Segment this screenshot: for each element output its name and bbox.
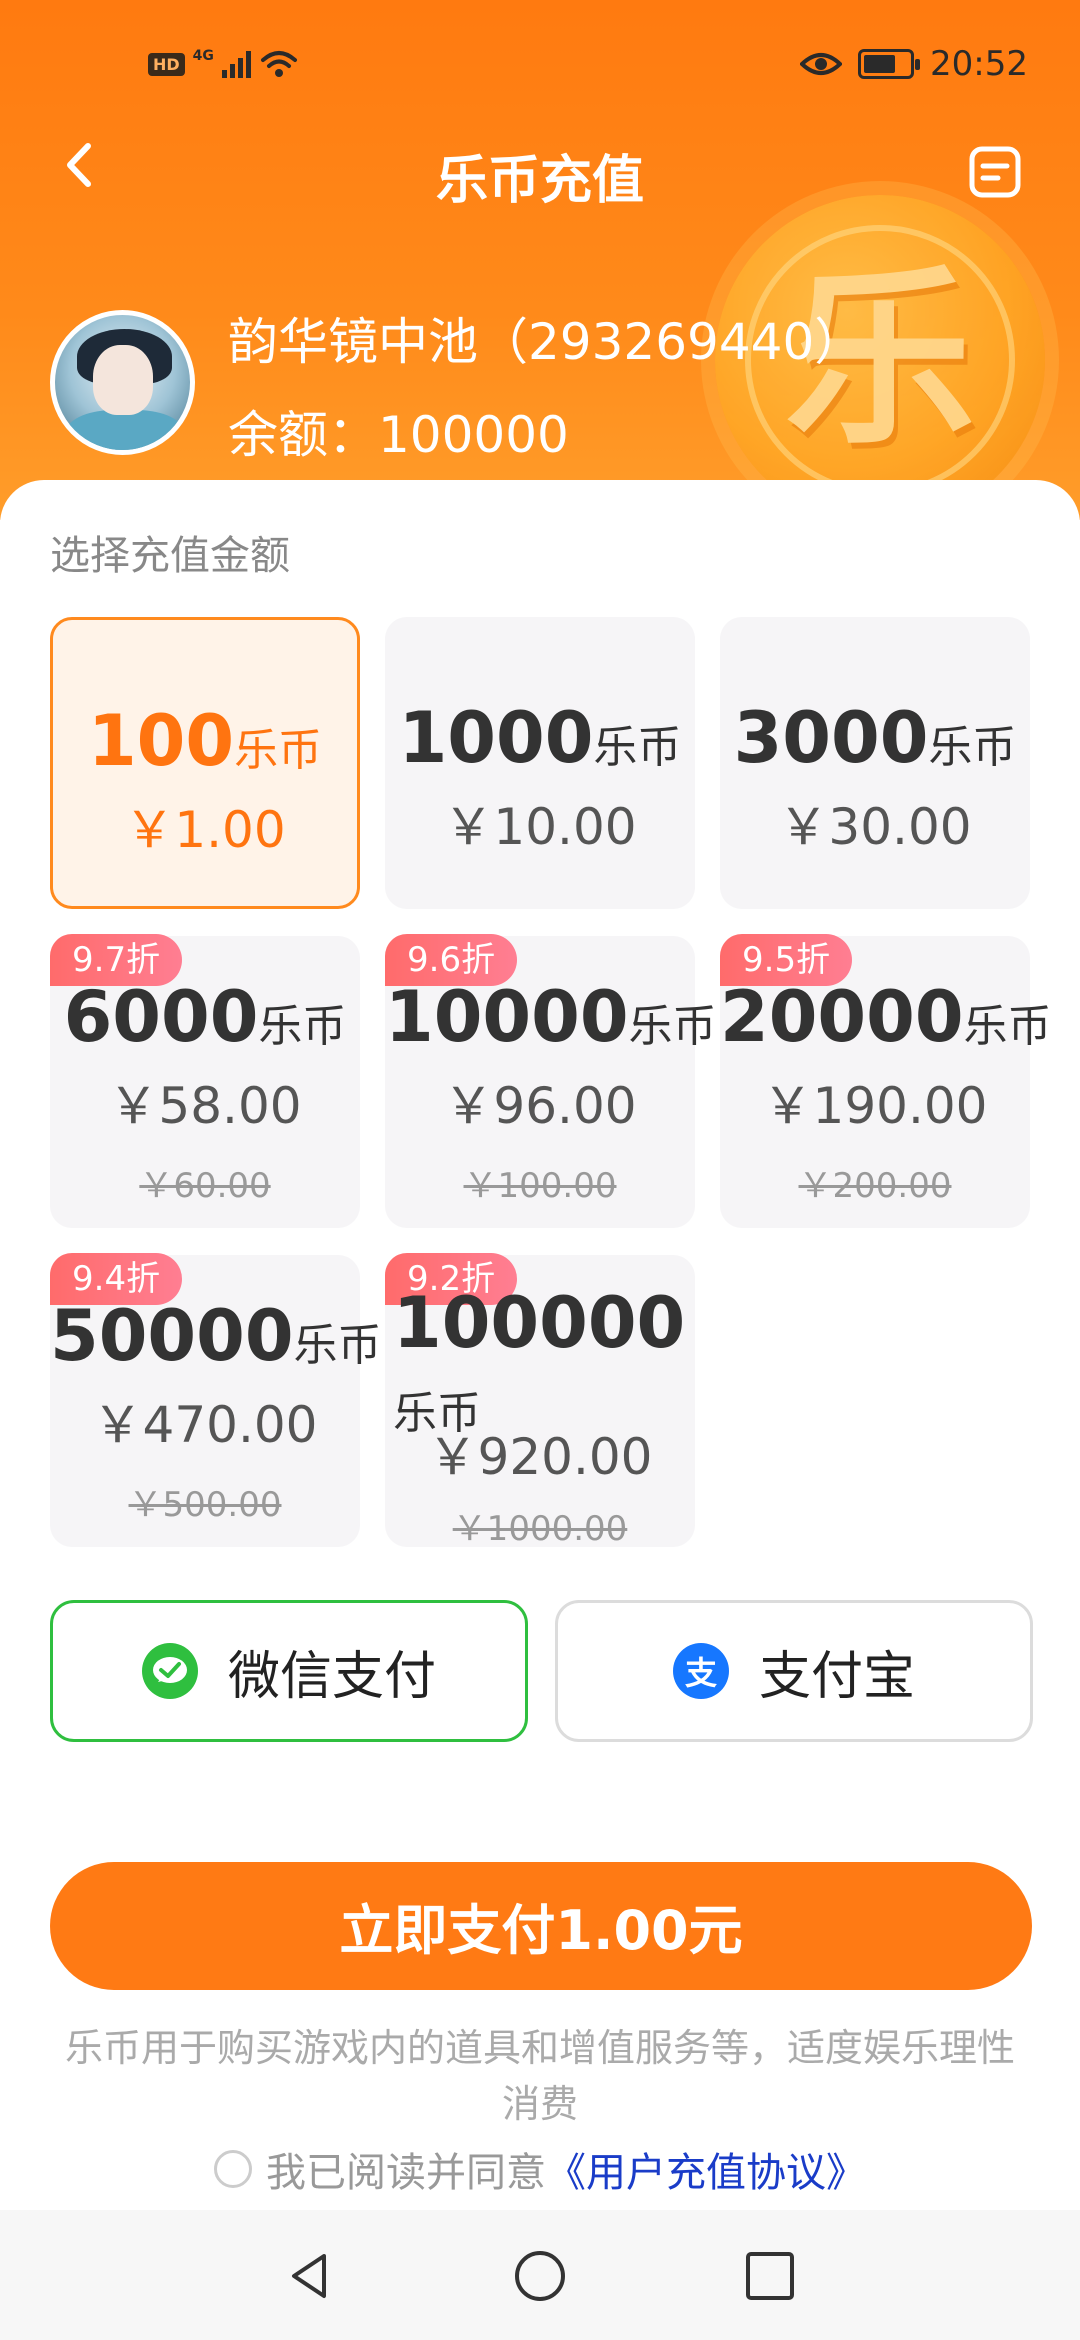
nav-home-icon[interactable] bbox=[512, 2248, 568, 2304]
status-bar: HD 4G 20:52 bbox=[0, 40, 1080, 90]
alipay-label: 支付宝 bbox=[758, 1646, 915, 1707]
usage-notice: 乐币用于购买游戏内的道具和增值服务等，适度娱乐理性 消费 bbox=[0, 2020, 1080, 2132]
nav-recents-icon[interactable] bbox=[742, 2248, 798, 2304]
package-unit: 乐币 bbox=[293, 1320, 382, 1371]
package-amount: 20000乐币 bbox=[720, 976, 1052, 1058]
package-coins: 100 bbox=[87, 700, 235, 782]
package-unit: 乐币 bbox=[593, 722, 682, 773]
package-coins: 6000 bbox=[63, 976, 259, 1058]
pay-now-button[interactable]: 立即支付1.00元 bbox=[50, 1862, 1032, 1990]
package-unit: 乐币 bbox=[234, 725, 323, 776]
package-unit: 乐币 bbox=[963, 1001, 1052, 1052]
status-right: 20:52 bbox=[800, 44, 1028, 84]
package-unit: 乐币 bbox=[628, 1001, 717, 1052]
package-option[interactable]: 9.4折 50000乐币 ￥470.00 ￥500.00 bbox=[50, 1253, 382, 1547]
package-original-price: ￥100.00 bbox=[463, 1166, 617, 1206]
balance-label: 余额： bbox=[228, 406, 378, 464]
package-amount: 6000乐币 bbox=[50, 976, 360, 1058]
balance-value: 100000 bbox=[378, 406, 569, 464]
agreement-text: 我已阅读并同意 bbox=[266, 2150, 546, 2196]
package-amount: 100乐币 bbox=[53, 700, 357, 782]
package-original-price: ￥500.00 bbox=[128, 1485, 282, 1525]
package-price: ￥920.00 bbox=[427, 1428, 653, 1486]
package-option[interactable]: 9.2折 100000乐币 ￥920.00 ￥1000.00 bbox=[385, 1253, 695, 1549]
package-amount: 1000乐币 bbox=[385, 697, 695, 779]
package-coins: 3000 bbox=[733, 697, 929, 779]
agreement-row: 我已阅读并同意 《用户充值协议》 bbox=[0, 2140, 1080, 2198]
alipay-icon: 支 bbox=[672, 1643, 729, 1699]
package-option[interactable]: 3000乐币 ￥30.00 bbox=[720, 617, 1030, 909]
wifi-icon bbox=[260, 51, 297, 77]
hd-icon: HD bbox=[148, 52, 185, 76]
package-original-price: ￥60.00 bbox=[139, 1166, 271, 1206]
package-price: ￥96.00 bbox=[443, 1077, 637, 1135]
package-option[interactable]: 9.6折 10000乐币 ￥96.00 ￥100.00 bbox=[385, 934, 717, 1228]
wechat-pay-button[interactable]: 微信支付 bbox=[50, 1600, 528, 1742]
package-price: ￥58.00 bbox=[108, 1077, 302, 1135]
avatar bbox=[50, 310, 195, 455]
package-coins: 10000 bbox=[385, 976, 629, 1058]
package-option[interactable]: 100乐币 ￥1.00 bbox=[50, 617, 360, 909]
package-amount: 10000乐币 bbox=[385, 976, 717, 1058]
package-price: ￥190.00 bbox=[762, 1077, 988, 1135]
package-unit: 乐币 bbox=[258, 1001, 347, 1052]
alipay-button[interactable]: 支 支付宝 bbox=[555, 1600, 1033, 1742]
username: 韵华镜中池（293269440） bbox=[228, 313, 865, 371]
records-icon[interactable] bbox=[968, 145, 1022, 199]
balance: 余额：100000 bbox=[228, 395, 569, 467]
package-amount: 50000乐币 bbox=[50, 1295, 382, 1377]
package-coins: 100000 bbox=[393, 1282, 686, 1364]
package-coins: 50000 bbox=[50, 1295, 294, 1377]
notice-line: 消费 bbox=[501, 2082, 578, 2126]
section-label: 选择充值金额 bbox=[50, 533, 290, 579]
status-left: HD 4G bbox=[148, 48, 299, 80]
package-price: ￥1.00 bbox=[124, 801, 286, 859]
package-option[interactable]: 9.7折 6000乐币 ￥58.00 ￥60.00 bbox=[50, 934, 360, 1228]
package-price: ￥10.00 bbox=[443, 798, 637, 856]
agreement-checkbox[interactable] bbox=[214, 2150, 252, 2188]
package-price: ￥30.00 bbox=[778, 798, 972, 856]
nav-back-icon[interactable] bbox=[282, 2248, 338, 2304]
package-coins: 20000 bbox=[720, 976, 964, 1058]
clock: 20:52 bbox=[930, 44, 1028, 84]
system-nav-bar bbox=[0, 2210, 1080, 2340]
package-unit: 乐币 bbox=[928, 722, 1017, 773]
package-option[interactable]: 9.5折 20000乐币 ￥190.00 ￥200.00 bbox=[720, 934, 1052, 1228]
notice-line: 乐币用于购买游戏内的道具和增值服务等，适度娱乐理性 bbox=[64, 2026, 1015, 2070]
package-price: ￥470.00 bbox=[92, 1396, 318, 1454]
package-original-price: ￥1000.00 bbox=[452, 1509, 628, 1549]
eye-icon bbox=[800, 53, 843, 75]
agreement-link[interactable]: 《用户充值协议》 bbox=[546, 2140, 866, 2198]
package-original-price: ￥200.00 bbox=[798, 1166, 952, 1206]
package-amount: 3000乐币 bbox=[720, 697, 1030, 779]
wechat-pay-label: 微信支付 bbox=[227, 1646, 436, 1707]
package-coins: 1000 bbox=[398, 697, 594, 779]
page-title: 乐币充值 bbox=[435, 151, 644, 211]
network-type: 4G bbox=[192, 48, 214, 64]
wechat-icon bbox=[141, 1643, 198, 1699]
battery-icon bbox=[858, 49, 921, 79]
signal-icon bbox=[221, 50, 251, 78]
package-option[interactable]: 1000乐币 ￥10.00 bbox=[385, 617, 695, 909]
